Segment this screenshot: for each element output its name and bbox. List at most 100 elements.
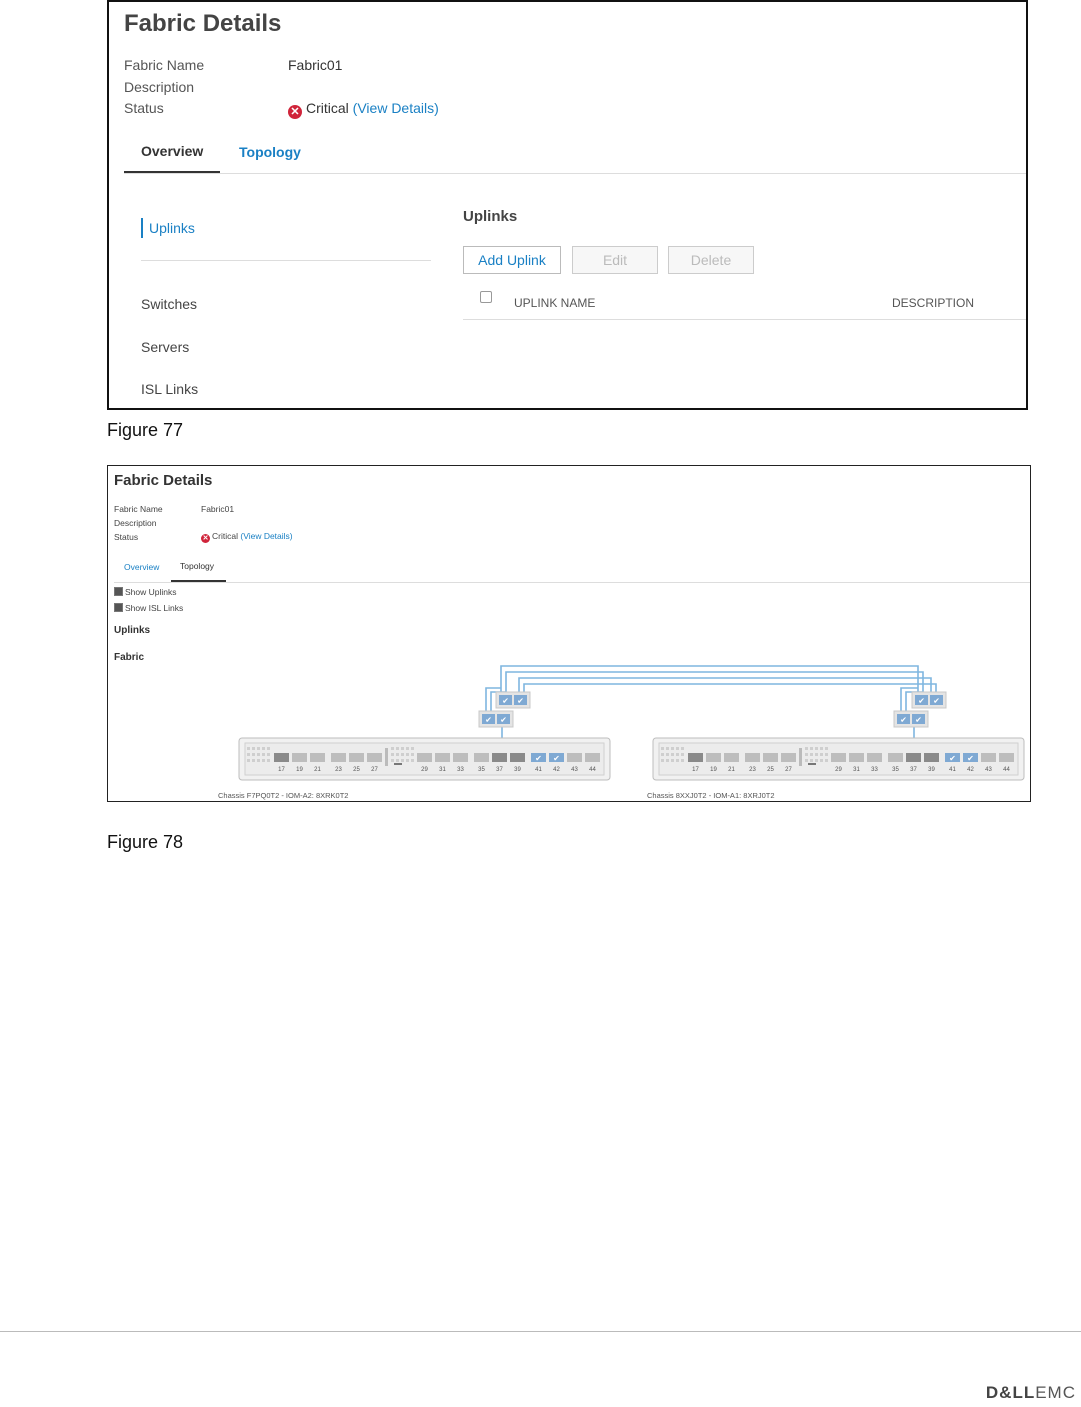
port-number-label: 42 <box>967 767 974 773</box>
switch-port <box>567 753 582 762</box>
switch-port <box>510 753 525 762</box>
dell-emc-logo: D&LLEMC <box>985 1383 1076 1402</box>
vent-dot <box>411 759 414 762</box>
chassis-right-label: Chassis 8XXJ0T2 - IOM-A1: 8XRJ0T2 <box>647 791 775 800</box>
tab-overview[interactable]: Overview <box>141 143 203 159</box>
port-number-label: 42 <box>553 767 560 773</box>
figure-77-screenshot: Fabric Details Fabric Name Fabric01 Desc… <box>107 0 1028 410</box>
uplink-line <box>500 665 919 696</box>
critical-icon: ✕ <box>288 105 302 119</box>
vent-dot <box>391 747 394 750</box>
switch-port <box>435 753 450 762</box>
port-number-label: 23 <box>335 767 342 773</box>
vent-dot <box>666 753 669 756</box>
port-number-label: 27 <box>785 767 792 773</box>
divider-bar <box>385 748 388 766</box>
port-number-label: 17 <box>278 767 285 773</box>
port-number-label: 29 <box>835 767 842 773</box>
port-number-label: 35 <box>478 767 485 773</box>
switch-port <box>706 753 721 762</box>
vent-dot <box>805 759 808 762</box>
switch-port <box>331 753 346 762</box>
port-number-label: 33 <box>457 767 464 773</box>
vent-dot <box>661 759 664 762</box>
chassis-left-switch[interactable]: 17 19 21 23 25 27 29 31 33 35 37 39 ✔ 41 ✔ 42 43 44 <box>238 737 611 781</box>
vent-dot <box>815 753 818 756</box>
check-icon: ✔ <box>900 716 907 725</box>
switch-port <box>474 753 489 762</box>
vent-dot <box>810 759 813 762</box>
figure-78-screenshot: Fabric Details Fabric Name Fabric01 Desc… <box>107 465 1031 802</box>
edit-button[interactable]: Edit <box>572 246 658 274</box>
status-text: Critical <box>306 100 349 116</box>
port-number-label: 33 <box>871 767 878 773</box>
select-all-checkbox[interactable] <box>480 291 492 303</box>
figure-77-caption: Figure 77 <box>107 420 184 440</box>
description-label: Description <box>124 79 195 95</box>
switch-port <box>781 753 796 762</box>
port-number-label: 23 <box>749 767 756 773</box>
fabric-name-label: Fabric Name <box>124 57 205 73</box>
delete-button[interactable]: Delete <box>668 246 754 274</box>
vent-dot <box>401 753 404 756</box>
vent-dot <box>671 747 674 750</box>
vent-dot <box>406 747 409 750</box>
sidebar-item-switches[interactable]: Switches <box>141 296 197 312</box>
topology-diagram: 17 19 21 23 25 27 29 31 33 35 37 39 ✔ 41 ✔ 42 43 44 17 19 2… <box>238 665 1025 781</box>
check-icon: ✔ <box>967 754 974 763</box>
sidebar-item-uplinks[interactable]: Uplinks <box>149 220 195 236</box>
port-number-label: 39 <box>514 767 521 773</box>
vent-dot <box>661 753 664 756</box>
vent-dot <box>810 747 813 750</box>
switch-port <box>349 753 364 762</box>
column-header-uplink-name[interactable]: UPLINK NAME <box>514 296 595 310</box>
switch-port <box>367 753 382 762</box>
sidebar-item-servers[interactable]: Servers <box>141 339 189 355</box>
vent-dot <box>262 747 265 750</box>
port-number-label: 29 <box>421 767 428 773</box>
check-icon: ✔ <box>502 697 509 706</box>
selected-indicator <box>141 218 143 238</box>
uplink-line <box>523 683 937 696</box>
vent-dot <box>406 753 409 756</box>
vent-dot <box>401 759 404 762</box>
check-icon: ✔ <box>553 754 560 763</box>
divider-bar <box>799 748 802 766</box>
column-header-description[interactable]: DESCRIPTION <box>892 296 974 310</box>
view-details-link[interactable]: (View Details) <box>353 100 439 116</box>
vent-dot <box>820 759 823 762</box>
uplink-port-nodes: ✔ ✔ ✔ ✔ ✔ ✔ ✔ ✔ <box>478 691 947 728</box>
vent-dot <box>805 747 808 750</box>
port-number-label: 37 <box>496 767 503 773</box>
switch-port <box>906 753 921 762</box>
switch-port <box>763 753 778 762</box>
vent-dot <box>681 747 684 750</box>
vent-dot <box>815 759 818 762</box>
vent-dot <box>257 759 260 762</box>
vent-dot <box>257 753 260 756</box>
fabric-name-value: Fabric01 <box>288 57 343 73</box>
port-number-label: 31 <box>853 767 860 773</box>
check-icon: ✔ <box>933 697 940 706</box>
vent-dot <box>825 759 828 762</box>
switch-port <box>688 753 703 762</box>
tabs-divider <box>124 173 1026 174</box>
sidebar-item-isl-links[interactable]: ISL Links <box>141 381 198 397</box>
add-uplink-button[interactable]: Add Uplink <box>463 246 561 274</box>
vent-dot <box>676 759 679 762</box>
port-number-label: 27 <box>371 767 378 773</box>
port-number-label: 21 <box>314 767 321 773</box>
vent-dot <box>252 759 255 762</box>
status-value: ✕ Critical (View Details) <box>288 100 439 119</box>
vent-dot <box>267 759 270 762</box>
switch-port <box>745 753 760 762</box>
chassis-right-switch[interactable]: 17 19 21 23 25 27 29 31 33 35 37 39 ✔ 41 ✔ 42 43 44 <box>652 737 1025 781</box>
port-number-label: 43 <box>571 767 578 773</box>
port-number-label: 25 <box>353 767 360 773</box>
vent-dot <box>820 747 823 750</box>
vent-dot <box>820 753 823 756</box>
vent-dot <box>252 747 255 750</box>
tab-topology[interactable]: Topology <box>239 144 301 160</box>
console-port <box>394 763 402 765</box>
vent-dot <box>671 759 674 762</box>
